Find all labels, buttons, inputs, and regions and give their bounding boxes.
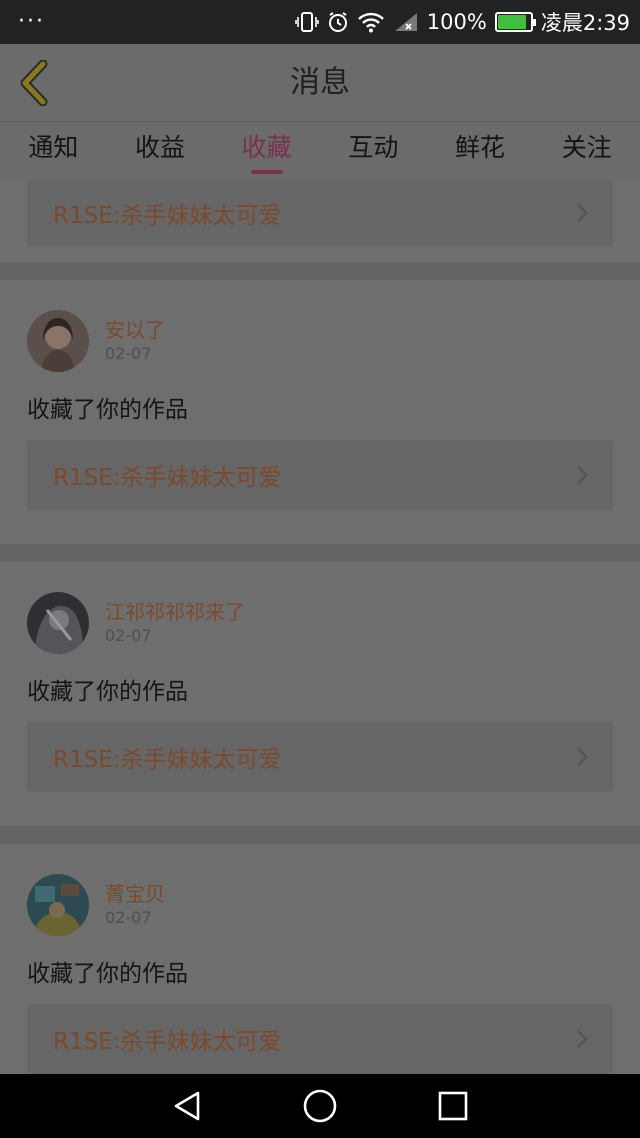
- divider: [0, 826, 640, 844]
- avatar[interactable]: [27, 592, 89, 654]
- timestamp: 02-07: [105, 626, 152, 645]
- work-title: R1SE:杀手妹妹太可爱: [53, 747, 282, 773]
- work-link[interactable]: R1SE:杀手妹妹太可爱: [27, 180, 613, 246]
- work-title: R1SE:杀手妹妹太可爱: [53, 465, 282, 491]
- divider: [0, 262, 640, 280]
- timestamp: 02-07: [105, 908, 152, 927]
- chevron-right-icon: [575, 202, 589, 224]
- tab-favorites[interactable]: 收藏: [213, 122, 320, 180]
- tab-bar: 通知 收益 收藏 互动 鲜花 关注: [0, 122, 640, 180]
- user-name[interactable]: 菁宝贝: [105, 878, 165, 907]
- tab-flowers[interactable]: 鲜花: [427, 122, 534, 180]
- page-title: 消息: [290, 65, 350, 100]
- tab-follows[interactable]: 关注: [533, 122, 640, 180]
- battery-icon: [494, 12, 536, 32]
- action-text: 收藏了你的作品: [27, 679, 188, 705]
- work-title: R1SE:杀手妹妹太可爱: [53, 1029, 282, 1055]
- timestamp: 02-07: [105, 344, 152, 363]
- clock: 凌晨2:39: [540, 11, 630, 35]
- tab-notifications[interactable]: 通知: [0, 122, 107, 180]
- square-recents-icon: [439, 1091, 468, 1121]
- user-name[interactable]: 安以了: [105, 314, 165, 343]
- action-text: 收藏了你的作品: [27, 961, 188, 987]
- alarm-icon: [327, 11, 349, 33]
- circle-home-icon: [303, 1089, 337, 1123]
- wifi-icon: [357, 11, 385, 33]
- work-title: R1SE:杀手妹妹太可爱: [53, 203, 282, 229]
- avatar[interactable]: [27, 310, 89, 372]
- vibrate-icon: [294, 11, 319, 33]
- battery-percent: 100%: [426, 10, 487, 34]
- work-link[interactable]: R1SE:杀手妹妹太可爱: [27, 722, 613, 792]
- notification-dots: ···: [18, 9, 45, 34]
- system-nav-bar: [0, 1074, 640, 1138]
- work-link[interactable]: R1SE:杀手妹妹太可爱: [27, 1004, 613, 1074]
- nav-home-button[interactable]: [290, 1074, 350, 1138]
- chevron-right-icon: [575, 1028, 589, 1050]
- work-link[interactable]: R1SE:杀手妹妹太可爱: [27, 440, 613, 510]
- header: 消息: [0, 44, 640, 122]
- triangle-back-icon: [174, 1091, 199, 1121]
- user-name[interactable]: 江祁祁祁祁来了: [105, 596, 245, 625]
- list-item: R1SE:杀手妹妹太可爱: [0, 180, 640, 262]
- action-text: 收藏了你的作品: [27, 397, 188, 423]
- nav-back-button[interactable]: [157, 1074, 217, 1138]
- chevron-right-icon: [575, 746, 589, 768]
- list-item: 菁宝贝 02-07 收藏了你的作品 R1SE:杀手妹妹太可爱: [0, 844, 640, 1074]
- tab-earnings[interactable]: 收益: [107, 122, 214, 180]
- favorites-feed: R1SE:杀手妹妹太可爱 安以了 02-07 收藏了你的作品 R1SE:杀手妹妹…: [0, 180, 640, 1074]
- tab-interactions[interactable]: 互动: [320, 122, 427, 180]
- nav-recents-button[interactable]: [423, 1074, 483, 1138]
- battery-level: [497, 15, 527, 29]
- status-bar: ··· 100% 凌晨2:39: [0, 0, 640, 44]
- avatar[interactable]: [27, 874, 89, 936]
- divider: [0, 544, 640, 562]
- status-icons: 100% 凌晨2:39: [294, 7, 630, 37]
- chevron-right-icon: [575, 464, 589, 486]
- signal-icon: [393, 11, 419, 33]
- list-item: 江祁祁祁祁来了 02-07 收藏了你的作品 R1SE:杀手妹妹太可爱: [0, 562, 640, 826]
- list-item: 安以了 02-07 收藏了你的作品 R1SE:杀手妹妹太可爱: [0, 280, 640, 544]
